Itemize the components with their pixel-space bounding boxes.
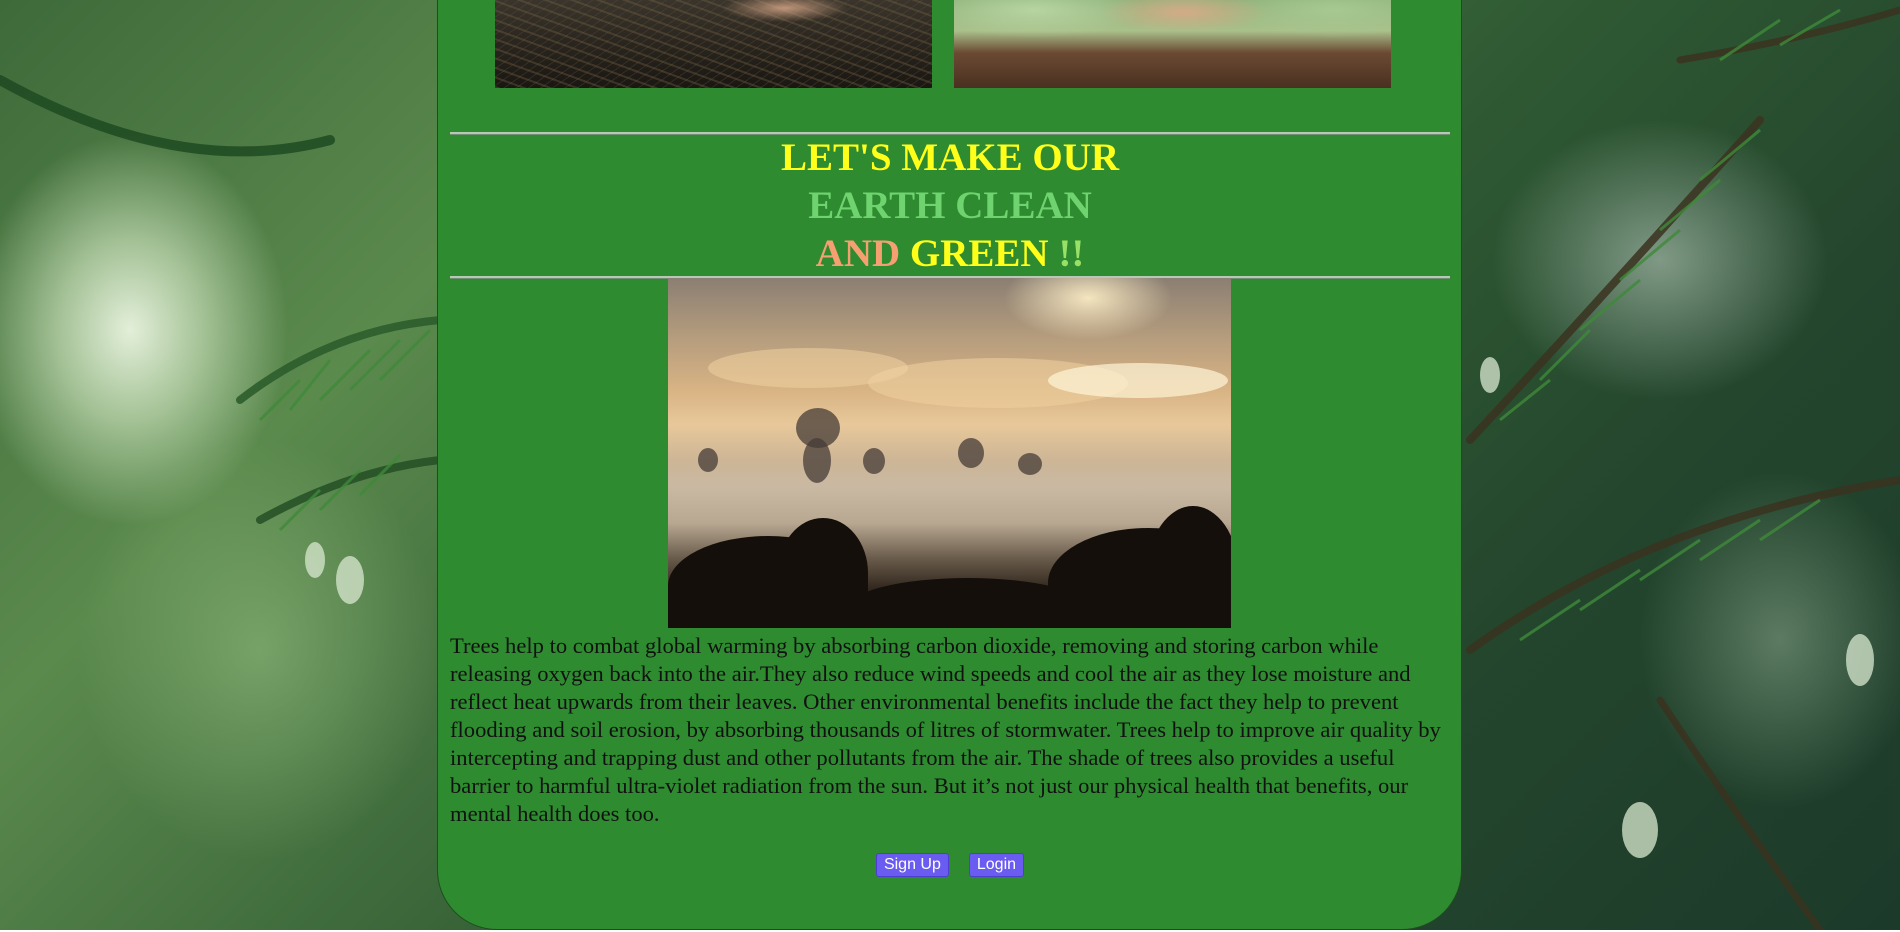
heading-exclamation: !! [1058, 232, 1085, 275]
heading-line-1: LET'S MAKE OUR [780, 136, 1120, 179]
heading-word-green: GREEN [909, 232, 1049, 275]
industrial-pollution-image [668, 278, 1231, 628]
article-paragraph: Trees help to combat global warming by a… [450, 633, 1441, 826]
auth-button-row: Sign Up Login [450, 853, 1450, 877]
soil-hands-image-right [954, 0, 1391, 88]
heading-line-3: AND GREEN !! [450, 230, 1450, 278]
page: LET'S MAKE OUR EARTH CLEAN AND GREEN !! … [0, 0, 1900, 932]
page-heading: LET'S MAKE OUR EARTH CLEAN AND GREEN !! [450, 134, 1450, 278]
heading-word-and: AND [815, 232, 901, 275]
login-button[interactable]: Login [968, 853, 1025, 877]
heading-line-2: EARTH CLEAN [808, 184, 1092, 227]
soil-hands-image-left [495, 0, 932, 88]
signup-button[interactable]: Sign Up [875, 853, 949, 877]
